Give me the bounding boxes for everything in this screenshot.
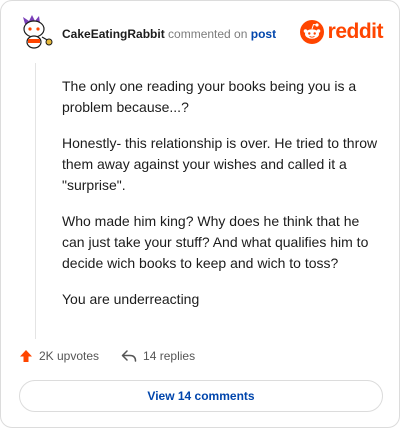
upvote-count: 2K upvotes <box>39 349 100 363</box>
snoo-avatar-icon[interactable] <box>19 15 53 51</box>
comment-body: The only one reading your books being yo… <box>62 76 382 325</box>
reddit-alien-icon <box>299 20 324 44</box>
post-link[interactable]: post <box>251 27 276 41</box>
reddit-logo[interactable]: reddit <box>299 20 384 44</box>
comment-paragraph: Honestly- this relationship is over. He … <box>62 135 378 193</box>
action-text: commented on <box>168 27 248 41</box>
logo-text: reddit <box>327 20 384 43</box>
comment-paragraph: Who made him king? Why does he think tha… <box>62 213 369 271</box>
thread-line <box>35 63 36 339</box>
comment-footer: 2K upvotes 14 replies <box>19 345 217 367</box>
comment-byline: CakeEatingRabbit commented on post <box>62 27 276 41</box>
comment-paragraph: The only one reading your books being yo… <box>62 78 357 115</box>
reply-count: 14 replies <box>143 349 196 363</box>
upvote-stat[interactable]: 2K upvotes <box>19 349 99 363</box>
comment-header: CakeEatingRabbit commented on post reddi… <box>19 15 384 55</box>
view-comments-button[interactable]: View 14 comments <box>19 380 383 412</box>
comment-card: CakeEatingRabbit commented on post reddi… <box>0 0 400 428</box>
reply-stat[interactable]: 14 replies <box>121 349 195 363</box>
reply-arrow-icon <box>121 350 137 362</box>
username-link[interactable]: CakeEatingRabbit <box>62 27 165 41</box>
upvote-arrow-icon <box>20 350 32 362</box>
comment-paragraph: You are underreacting <box>62 291 200 307</box>
